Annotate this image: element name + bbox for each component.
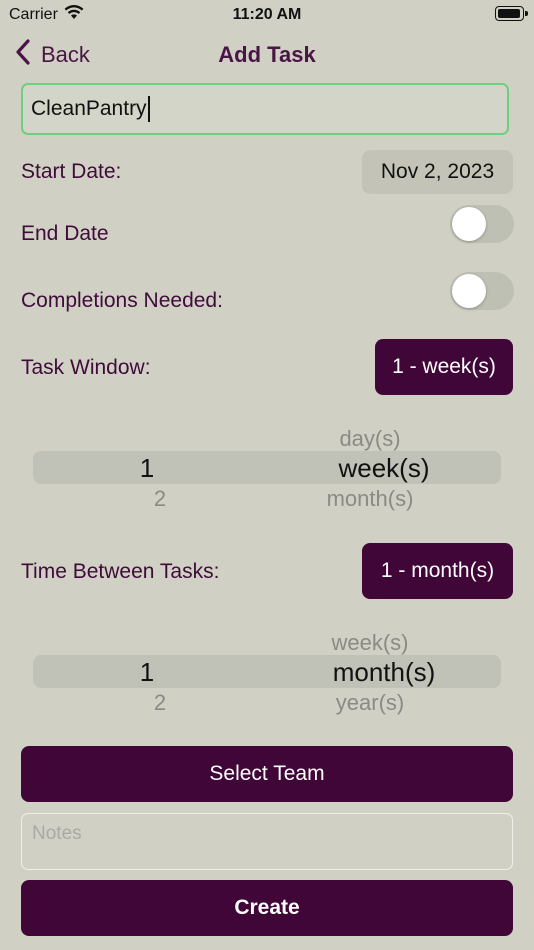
start-date-label: Start Date:: [21, 160, 122, 183]
page-title: Add Task: [218, 42, 316, 67]
start-date-picker[interactable]: Nov 2, 2023: [362, 150, 513, 194]
task-name-input[interactable]: CleanPantry: [21, 83, 509, 135]
picker-unit-below: month(s): [326, 486, 414, 511]
toggle-knob: [452, 274, 486, 308]
picker-number-selected: 1: [139, 453, 155, 483]
task-window-button[interactable]: 1 - week(s): [375, 339, 513, 395]
task-name-value: CleanPantry: [31, 97, 147, 120]
picker-unit-selected: week(s): [338, 453, 430, 483]
text-caret: [147, 96, 150, 122]
end-date-toggle[interactable]: [450, 205, 514, 243]
status-bar: Carrier 11:20 AM: [0, 0, 534, 30]
completions-needed-label: Completions Needed:: [21, 289, 223, 312]
time-between-label: Time Between Tasks:: [21, 560, 220, 583]
toggle-knob: [452, 207, 486, 241]
picker-clipped-row: [313, 415, 433, 423]
picker-number-below: 2: [153, 486, 167, 511]
picker-number-selected: 1: [139, 657, 155, 687]
task-window-picker[interactable]: day(s) 1 week(s) 2 month(s): [33, 405, 501, 525]
end-date-label: End Date: [21, 222, 109, 245]
notes-input[interactable]: Notes: [21, 813, 513, 870]
create-button[interactable]: Create: [21, 880, 513, 936]
picker-unit-below: year(s): [335, 690, 405, 715]
completions-needed-toggle[interactable]: [450, 272, 514, 310]
clock: 11:20 AM: [232, 6, 302, 23]
select-team-button[interactable]: Select Team: [21, 746, 513, 802]
battery-icon: [495, 6, 528, 21]
time-between-picker[interactable]: week(s) 1 month(s) 2 year(s): [33, 609, 501, 729]
picker-unit-selected: month(s): [332, 657, 436, 687]
picker-unit-above: week(s): [331, 630, 409, 655]
picker-unit-above: day(s): [339, 426, 401, 451]
picker-number-below: 2: [153, 690, 167, 715]
time-between-button[interactable]: 1 - month(s): [362, 543, 513, 599]
task-window-label: Task Window:: [21, 356, 151, 379]
